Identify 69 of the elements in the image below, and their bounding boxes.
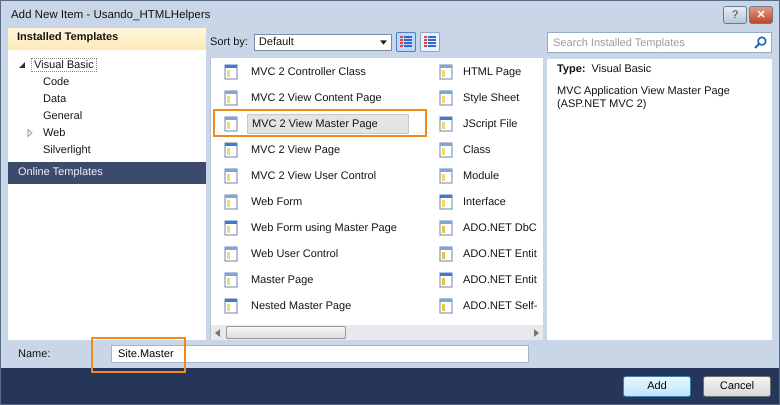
search-icon bbox=[754, 36, 767, 49]
help-button[interactable]: ? bbox=[723, 6, 747, 24]
template-item[interactable]: ADO.NET Entit bbox=[433, 241, 543, 267]
file-icon bbox=[438, 168, 454, 184]
template-item[interactable]: Class bbox=[433, 137, 543, 163]
file-icon bbox=[223, 194, 239, 210]
sort-dropdown[interactable]: Default bbox=[254, 34, 392, 50]
template-item[interactable]: Master Page bbox=[211, 267, 433, 293]
template-item[interactable]: MVC 2 View Page bbox=[211, 137, 433, 163]
template-item[interactable]: Interface bbox=[433, 189, 543, 215]
template-item[interactable]: ADO.NET DbC bbox=[433, 215, 543, 241]
name-field[interactable]: Site.Master bbox=[111, 345, 529, 363]
file-icon bbox=[223, 142, 239, 158]
file-icon bbox=[438, 90, 454, 106]
template-item[interactable]: Web Form using Master Page bbox=[211, 215, 433, 241]
template-item[interactable]: Module bbox=[433, 163, 543, 189]
list-view-icon bbox=[422, 35, 437, 49]
list-view-button[interactable] bbox=[420, 32, 440, 52]
template-item[interactable]: MVC 2 View Content Page bbox=[211, 85, 433, 111]
tree-item[interactable]: Silverlight bbox=[40, 142, 94, 156]
file-icon bbox=[438, 116, 454, 132]
add-button[interactable]: Add bbox=[623, 376, 691, 396]
tree-item[interactable]: Visual Basic bbox=[31, 58, 97, 72]
template-item[interactable]: ADO.NET Entit bbox=[433, 267, 543, 293]
window-title: Add New Item - Usando_HTMLHelpers bbox=[11, 8, 210, 20]
sidebar-header: Installed Templates bbox=[8, 28, 206, 50]
template-item[interactable]: ADO.NET Self- bbox=[433, 293, 543, 319]
horizontal-scrollbar[interactable] bbox=[211, 325, 543, 340]
template-item[interactable]: MVC 2 Controller Class bbox=[211, 59, 433, 85]
template-item[interactable]: HTML Page bbox=[433, 59, 543, 85]
file-icon bbox=[438, 298, 454, 314]
sort-label: Sort by: bbox=[210, 36, 248, 48]
template-item[interactable]: MVC 2 View User Control bbox=[211, 163, 433, 189]
file-icon bbox=[438, 246, 454, 262]
tree-item[interactable]: Code bbox=[40, 74, 72, 88]
file-icon bbox=[438, 272, 454, 288]
template-item[interactable]: JScript File bbox=[433, 111, 543, 137]
file-icon bbox=[223, 64, 239, 80]
scroll-left-icon[interactable] bbox=[215, 328, 220, 336]
type-label: Type: bbox=[557, 63, 586, 75]
file-icon bbox=[223, 220, 239, 236]
name-label: Name: bbox=[18, 348, 52, 360]
grid-view-icon bbox=[398, 35, 413, 49]
tree-item[interactable]: Data bbox=[40, 92, 70, 106]
type-value: Visual Basic bbox=[592, 63, 652, 75]
template-item[interactable]: Style Sheet bbox=[433, 85, 543, 111]
medium-icons-view-button[interactable] bbox=[396, 32, 416, 52]
cancel-button[interactable]: Cancel bbox=[703, 376, 771, 396]
file-icon bbox=[438, 142, 454, 158]
search-field[interactable]: Search Installed Templates bbox=[547, 32, 772, 53]
file-icon bbox=[223, 116, 239, 132]
file-icon bbox=[438, 64, 454, 80]
file-icon bbox=[223, 246, 239, 262]
template-item[interactable]: Web User Control bbox=[211, 241, 433, 267]
expander-icon[interactable] bbox=[18, 60, 26, 68]
file-icon bbox=[223, 298, 239, 314]
tree-item[interactable]: Web bbox=[40, 126, 68, 140]
template-item[interactable]: Web Form bbox=[211, 189, 433, 215]
online-templates-item[interactable]: Online Templates bbox=[8, 162, 206, 184]
file-icon bbox=[223, 168, 239, 184]
template-description: MVC Application View Master Page (ASP.NET MVC 2) bbox=[557, 85, 731, 111]
tree-item[interactable]: General bbox=[40, 108, 86, 122]
file-icon bbox=[438, 194, 454, 210]
file-icon bbox=[223, 90, 239, 106]
file-icon bbox=[438, 220, 454, 236]
caret-icon bbox=[380, 40, 387, 44]
template-item[interactable]: Nested Master Page bbox=[211, 293, 433, 319]
file-icon bbox=[223, 272, 239, 288]
scroll-right-icon[interactable] bbox=[534, 328, 539, 336]
